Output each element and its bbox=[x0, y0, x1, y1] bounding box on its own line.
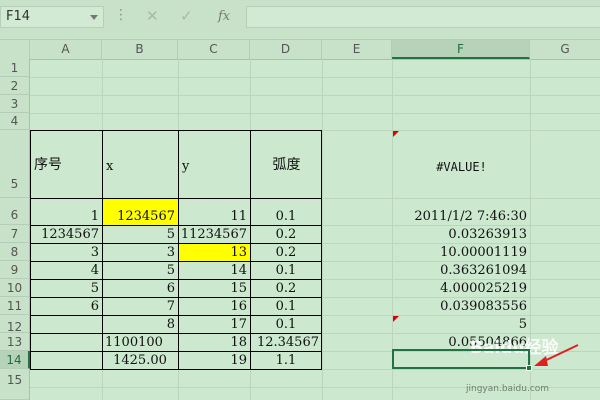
cell-d12[interactable]: 0.1 bbox=[250, 315, 322, 333]
row-header[interactable]: 3 bbox=[0, 95, 30, 113]
column-header-b[interactable]: B bbox=[102, 40, 178, 59]
column-header-g[interactable]: G bbox=[530, 40, 600, 59]
cancel-icon[interactable]: ✕ bbox=[146, 7, 159, 25]
cell-f9[interactable]: 0.363261094 bbox=[392, 261, 530, 279]
cell-f6[interactable]: 2011/1/2 7:46:30 bbox=[392, 198, 530, 225]
cell-a6[interactable]: 1 bbox=[30, 198, 102, 225]
column-header-a[interactable]: A bbox=[30, 40, 102, 59]
cell-a10[interactable]: 5 bbox=[30, 279, 102, 297]
cell-a11[interactable]: 6 bbox=[30, 297, 102, 315]
selected-cell-f14[interactable] bbox=[392, 349, 530, 369]
header-radian[interactable]: 弧度 bbox=[251, 131, 322, 175]
cell-d14[interactable]: 1.1 bbox=[250, 351, 322, 369]
row-header[interactable]: 5 bbox=[0, 130, 30, 198]
name-box-value: F14 bbox=[6, 9, 31, 24]
cell-d10[interactable]: 0.2 bbox=[250, 279, 322, 297]
cell-b9[interactable]: 5 bbox=[102, 261, 178, 279]
cell-d7[interactable]: 0.2 bbox=[250, 225, 322, 243]
row-header[interactable]: 12 bbox=[0, 315, 30, 334]
cell-a12[interactable] bbox=[30, 315, 102, 333]
row-header[interactable]: 1 bbox=[0, 59, 30, 77]
cell-f5[interactable]: #VALUE! bbox=[393, 131, 530, 175]
row-header[interactable]: 10 bbox=[0, 279, 30, 297]
formula-input[interactable] bbox=[246, 6, 600, 28]
cell-a9[interactable]: 4 bbox=[30, 261, 102, 279]
chevron-down-icon[interactable] bbox=[90, 15, 98, 20]
row-header[interactable]: 11 bbox=[0, 297, 30, 315]
enter-icon[interactable]: ✓ bbox=[180, 7, 193, 25]
cell-b13[interactable]: 1100100 bbox=[102, 333, 178, 351]
cell-d6[interactable]: 0.1 bbox=[250, 198, 322, 225]
cell-b10[interactable]: 6 bbox=[102, 279, 178, 297]
cell-a14[interactable] bbox=[30, 351, 102, 369]
cell-f11[interactable]: 0.039083556 bbox=[392, 297, 530, 315]
column-header-d[interactable]: D bbox=[250, 40, 322, 59]
column-header-e[interactable]: E bbox=[322, 40, 392, 59]
annotation-arrow-icon bbox=[534, 344, 579, 366]
cell-d11[interactable]: 0.1 bbox=[250, 297, 322, 315]
cell-c12[interactable]: 17 bbox=[178, 315, 250, 333]
cell-c9[interactable]: 14 bbox=[178, 261, 250, 279]
gridline bbox=[30, 77, 600, 78]
cell-c6[interactable]: 11 bbox=[178, 198, 250, 225]
more-options-icon[interactable]: ⋮ bbox=[114, 7, 128, 23]
watermark-url: jingyan.baidu.com bbox=[466, 384, 550, 394]
name-box[interactable]: F14 bbox=[0, 6, 104, 28]
cell-b6[interactable]: 1234567 bbox=[102, 198, 178, 225]
gridline bbox=[30, 95, 600, 96]
formula-bar: F14 ⋮ ✕ ✓ fx bbox=[0, 0, 600, 40]
cell-c14[interactable]: 19 bbox=[178, 351, 250, 369]
error-indicator-icon[interactable] bbox=[393, 131, 399, 137]
gridline bbox=[30, 113, 600, 114]
cell-b12[interactable]: 8 bbox=[102, 315, 178, 333]
cell-c7[interactable]: 11234567 bbox=[178, 225, 250, 243]
cell-f10[interactable]: 4.000025219 bbox=[392, 279, 530, 297]
cell-b8[interactable]: 3 bbox=[102, 243, 178, 261]
insert-function-icon[interactable]: fx bbox=[218, 9, 230, 24]
error-indicator-icon[interactable] bbox=[393, 316, 399, 322]
row-header[interactable]: 6 bbox=[0, 198, 30, 225]
cell-b11[interactable]: 7 bbox=[102, 297, 178, 315]
row-header-selected[interactable]: 14 bbox=[0, 351, 30, 369]
cell-c11[interactable]: 16 bbox=[178, 297, 250, 315]
gridline bbox=[322, 59, 323, 400]
column-header-f[interactable]: F bbox=[392, 40, 530, 59]
column-header-c[interactable]: C bbox=[178, 40, 250, 59]
row-header[interactable]: 8 bbox=[0, 243, 30, 261]
cell-c13[interactable]: 18 bbox=[178, 333, 250, 351]
row-header[interactable]: 9 bbox=[0, 261, 30, 279]
cell-b7[interactable]: 5 bbox=[102, 225, 178, 243]
cell-d8[interactable]: 0.2 bbox=[250, 243, 322, 261]
cell-f12[interactable]: 5 bbox=[392, 315, 530, 333]
cell-f7[interactable]: 0.03263913 bbox=[392, 225, 530, 243]
row-header[interactable]: 2 bbox=[0, 77, 30, 95]
cell-b14[interactable]: 1425.00 bbox=[102, 351, 178, 369]
row-header[interactable]: 4 bbox=[0, 113, 30, 130]
row-header[interactable]: 15 bbox=[0, 369, 30, 400]
cell-d13[interactable]: 12.34567 bbox=[250, 333, 322, 351]
cell-a8[interactable]: 3 bbox=[30, 243, 102, 261]
cell-a13[interactable] bbox=[30, 333, 102, 351]
header-seq[interactable]: 序号 bbox=[31, 131, 102, 175]
row-header[interactable]: 7 bbox=[0, 225, 30, 243]
header-y[interactable]: y bbox=[179, 131, 250, 175]
cell-d9[interactable]: 0.1 bbox=[250, 261, 322, 279]
row-header[interactable]: 13 bbox=[0, 333, 30, 351]
cell-c8[interactable]: 13 bbox=[178, 243, 250, 261]
cell-c10[interactable]: 15 bbox=[178, 279, 250, 297]
cell-a7[interactable]: 1234567 bbox=[30, 225, 102, 243]
cell-f8[interactable]: 10.00001119 bbox=[392, 243, 530, 261]
select-all-corner[interactable] bbox=[0, 40, 30, 59]
header-x[interactable]: x bbox=[103, 131, 178, 175]
column-header-bar: A B C D E F G bbox=[0, 40, 600, 60]
